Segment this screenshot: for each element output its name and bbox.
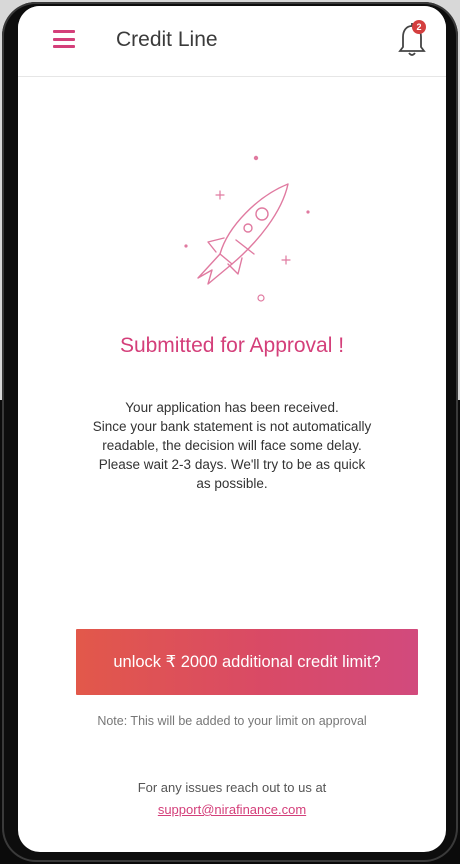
page-title: Credit Line	[116, 28, 218, 51]
status-message-line: Since your bank statement is not automat…	[92, 419, 372, 434]
support-email-link[interactable]: support@nirafinance.com	[158, 802, 306, 817]
notification-badge: 2	[412, 20, 426, 34]
approval-note: Note: This will be added to your limit o…	[97, 714, 367, 728]
status-message-line: Please wait 2-3 days. We'll try to be as…	[98, 457, 366, 472]
hamburger-menu-icon[interactable]	[53, 30, 75, 48]
notifications-button[interactable]: 2	[396, 20, 428, 60]
app-screen: Credit Line 2 Submitted for Approval ! Y…	[18, 6, 446, 852]
unlock-credit-button[interactable]: unlock ₹ 2000 additional credit limit?	[76, 629, 418, 695]
app-bar: Credit Line 2	[18, 6, 446, 77]
status-title: Submitted for Approval !	[119, 334, 345, 357]
status-message-line: as possible.	[196, 476, 268, 491]
support-email-wrapper: support@nirafinance.com	[18, 802, 446, 817]
rocket-icon	[184, 155, 310, 302]
canvas: Credit Line 2 Submitted for Approval ! Y…	[0, 0, 460, 864]
status-message: Your application has been received. Sinc…	[46, 398, 418, 493]
status-message-line: readable, the decision will face some de…	[102, 438, 362, 453]
support-text: For any issues reach out to us at	[137, 780, 327, 795]
status-message-line: Your application has been received.	[125, 400, 339, 415]
phone-frame: Credit Line 2 Submitted for Approval ! Y…	[2, 2, 458, 862]
